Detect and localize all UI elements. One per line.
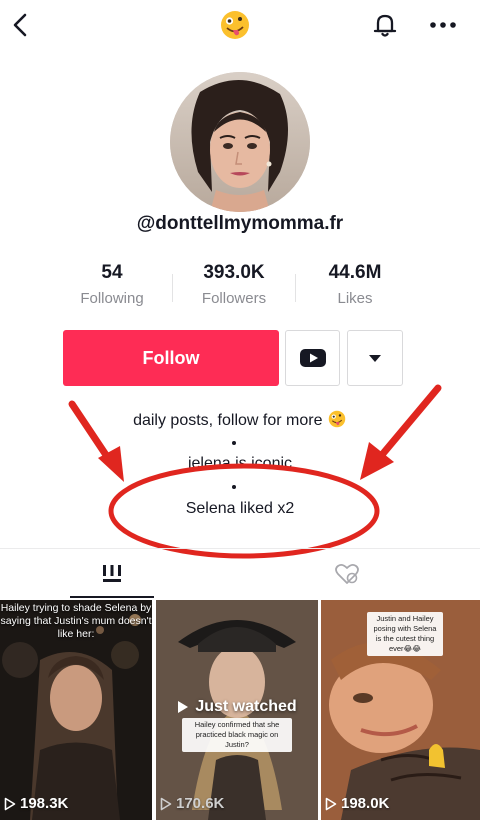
back-icon[interactable] bbox=[6, 8, 36, 42]
following-count: 54 bbox=[101, 262, 123, 283]
stat-followers[interactable]: 393.0K Followers bbox=[174, 262, 294, 307]
bio-dot-separator bbox=[232, 441, 236, 445]
stat-following[interactable]: 54 Following bbox=[52, 262, 172, 307]
video-caption: Hailey confirmed that she practiced blac… bbox=[182, 718, 292, 752]
youtube-button[interactable] bbox=[285, 330, 340, 386]
more-options-icon[interactable] bbox=[425, 10, 461, 40]
view-count-text: 198.3K bbox=[20, 795, 69, 812]
active-tab-indicator bbox=[70, 596, 154, 598]
view-count: 170.6K bbox=[160, 795, 224, 812]
stat-divider bbox=[172, 274, 173, 302]
grid-bars-icon bbox=[103, 565, 121, 582]
top-bar bbox=[0, 0, 480, 50]
likes-label: Likes bbox=[337, 290, 373, 307]
video-caption: Justin and Hailey posing with Selena is … bbox=[367, 612, 443, 656]
play-icon bbox=[178, 701, 189, 713]
video-thumbnail[interactable]: Justin and Hailey posing with Selena is … bbox=[321, 600, 480, 820]
stat-likes[interactable]: 44.6M Likes bbox=[295, 262, 415, 307]
bio-text: daily posts, follow for more bbox=[133, 412, 323, 429]
video-thumbnail[interactable]: Hailey trying to shade Selena by saying … bbox=[0, 600, 152, 820]
tab-liked[interactable] bbox=[305, 549, 389, 599]
just-watched-text: Just watched bbox=[195, 698, 297, 715]
content-tabs bbox=[0, 548, 480, 599]
username: @donttellmymomma.fr bbox=[136, 213, 344, 234]
view-count: 198.3K bbox=[4, 795, 68, 812]
dropdown-button[interactable] bbox=[347, 330, 403, 386]
avatar[interactable] bbox=[170, 72, 310, 212]
just-watched-label: Just watched bbox=[156, 698, 318, 716]
bio-line-3: Selena liked x2 bbox=[185, 500, 295, 517]
zany-face-emoji-icon bbox=[218, 8, 252, 42]
play-icon bbox=[160, 797, 172, 810]
play-icon bbox=[4, 797, 16, 810]
view-count-text: 198.0K bbox=[341, 795, 390, 812]
video-caption: Hailey trying to shade Selena by saying … bbox=[0, 602, 152, 640]
youtube-icon bbox=[299, 349, 326, 367]
video-thumbnail[interactable]: Just watched Hailey confirmed that she p… bbox=[156, 600, 318, 820]
followers-label: Followers bbox=[201, 290, 267, 307]
followers-count: 393.0K bbox=[203, 262, 265, 283]
bio-line-1: daily posts, follow for more bbox=[0, 409, 480, 430]
bell-icon[interactable] bbox=[370, 8, 400, 42]
bio-line-2: jelena is iconic bbox=[187, 455, 293, 472]
bio-dot-separator bbox=[232, 485, 236, 489]
view-count: 198.0K bbox=[325, 795, 389, 812]
video-grid: Hailey trying to shade Selena by saying … bbox=[0, 600, 480, 820]
following-label: Following bbox=[80, 290, 144, 307]
play-icon bbox=[325, 797, 337, 810]
likes-count: 44.6M bbox=[328, 262, 382, 283]
tab-videos[interactable] bbox=[70, 549, 154, 599]
liked-heart-hidden-icon bbox=[335, 563, 359, 584]
caret-down-icon bbox=[369, 355, 381, 362]
view-count-text: 170.6K bbox=[176, 795, 225, 812]
zany-face-emoji-icon bbox=[328, 410, 346, 428]
follow-button[interactable]: Follow bbox=[63, 330, 279, 386]
